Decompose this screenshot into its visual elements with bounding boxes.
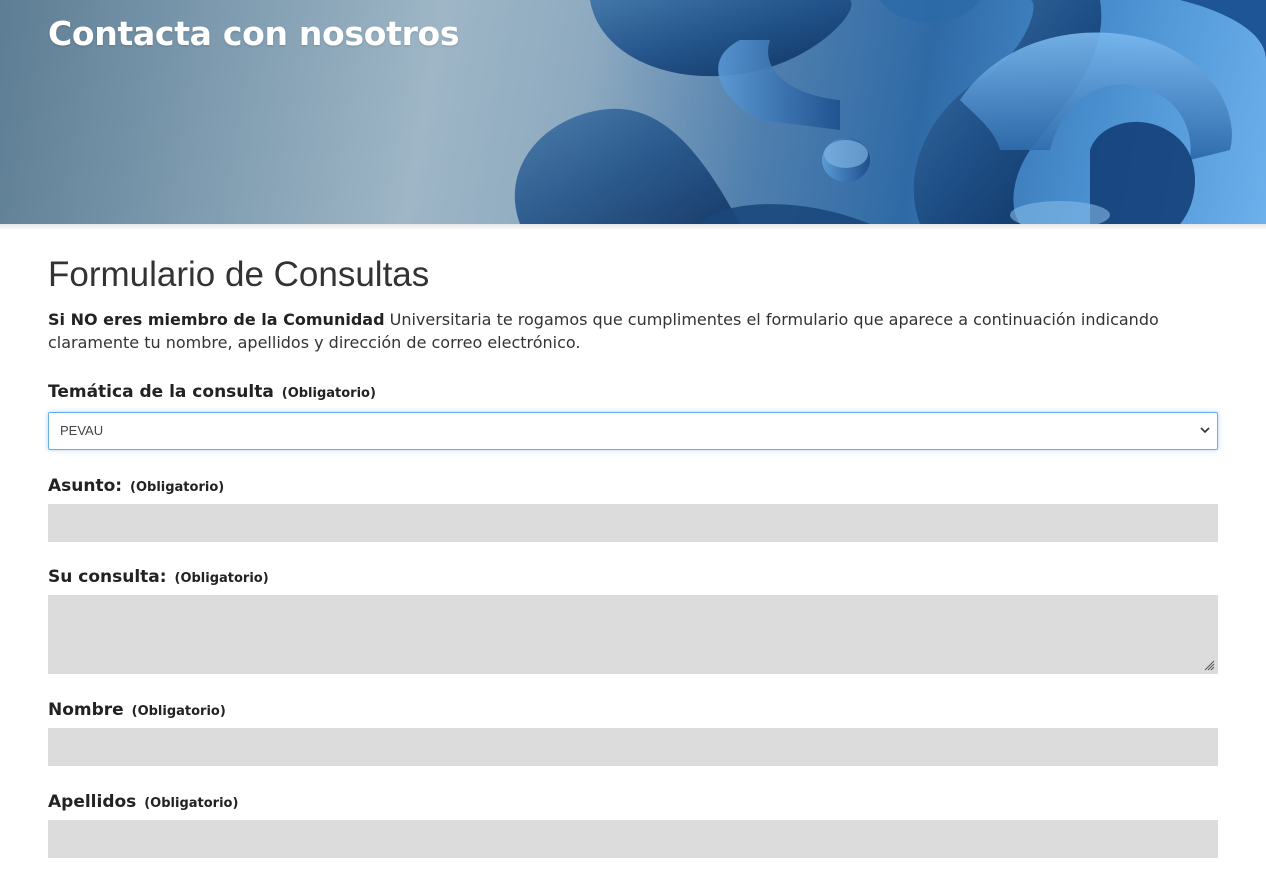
topic-label-text: Temática de la consulta bbox=[48, 382, 274, 402]
page-header-title: Contacta con nosotros bbox=[48, 14, 460, 53]
chevron-down-icon bbox=[1200, 427, 1210, 434]
surname-label-text: Apellidos bbox=[48, 792, 137, 812]
form-intro-text: Si NO eres miembro de la Comunidad Unive… bbox=[48, 308, 1178, 354]
subject-label-text: Asunto: bbox=[48, 476, 123, 496]
banner-divider-shadow bbox=[0, 224, 1266, 230]
name-label: Nombre (Obligatorio) bbox=[48, 700, 226, 720]
contact-form-section: Formulario de Consultas Si NO eres miemb… bbox=[48, 254, 1218, 858]
surname-label: Apellidos (Obligatorio) bbox=[48, 792, 238, 812]
query-label-text: Su consulta: bbox=[48, 567, 167, 587]
name-input[interactable] bbox=[48, 728, 1218, 766]
topic-label: Temática de la consulta (Obligatorio) bbox=[48, 382, 376, 402]
required-tag: (Obligatorio) bbox=[144, 796, 239, 811]
subject-label: Asunto: (Obligatorio) bbox=[48, 476, 224, 496]
query-label: Su consulta: (Obligatorio) bbox=[48, 567, 269, 587]
required-tag: (Obligatorio) bbox=[130, 480, 225, 495]
form-title: Formulario de Consultas bbox=[48, 255, 430, 294]
required-tag: (Obligatorio) bbox=[281, 386, 376, 401]
required-tag: (Obligatorio) bbox=[174, 571, 269, 586]
topic-select[interactable]: PEVAU bbox=[48, 412, 1218, 450]
query-textarea[interactable] bbox=[48, 595, 1218, 674]
surname-input[interactable] bbox=[48, 820, 1218, 858]
intro-emphasis: Si NO eres miembro de la Comunidad bbox=[48, 310, 385, 329]
hero-banner: Contacta con nosotros bbox=[0, 0, 1266, 224]
subject-input[interactable] bbox=[48, 504, 1218, 542]
resize-grip-icon[interactable] bbox=[1204, 660, 1215, 671]
topic-select-value: PEVAU bbox=[60, 423, 104, 438]
name-label-text: Nombre bbox=[48, 700, 124, 720]
required-tag: (Obligatorio) bbox=[131, 704, 226, 719]
